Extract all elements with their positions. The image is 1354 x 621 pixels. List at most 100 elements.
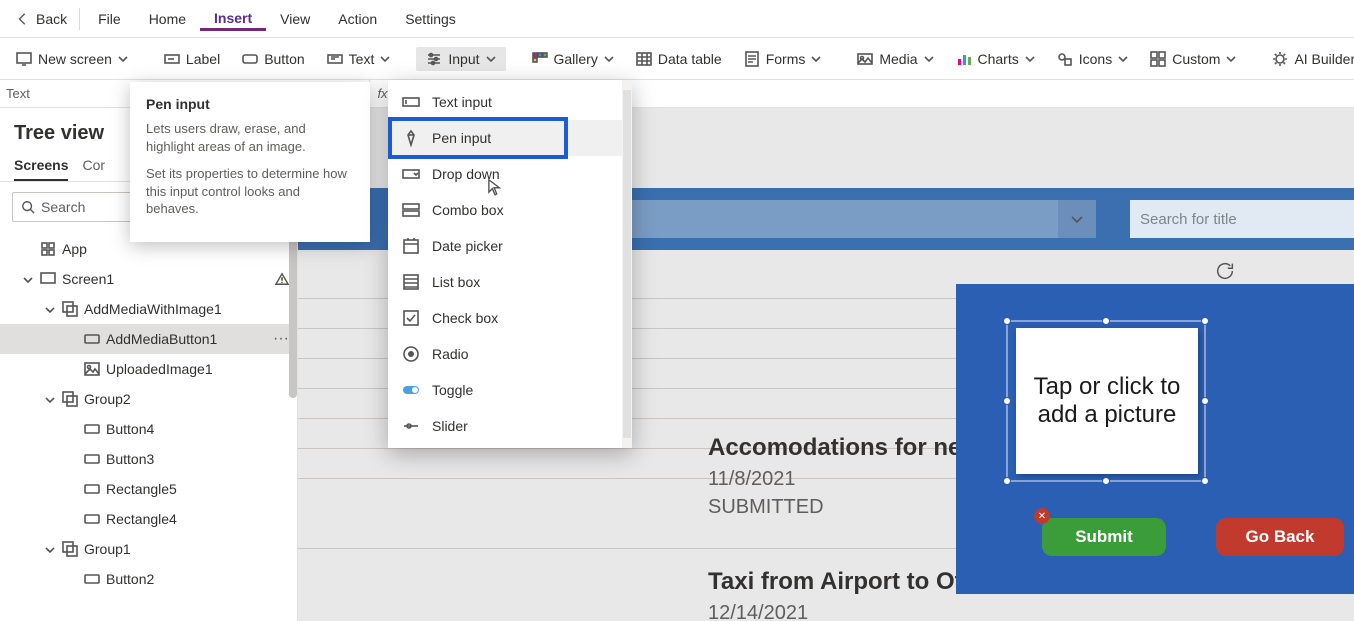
tree-node[interactable]: AddMediaWithImage1: [0, 294, 297, 324]
shapes-icon: [1057, 51, 1073, 67]
slider-icon: [402, 417, 420, 435]
control-icon: [84, 451, 100, 467]
dropdown-scrollbar[interactable]: [622, 80, 632, 448]
data-table-button[interactable]: Data table: [626, 47, 732, 71]
gallery-button[interactable]: Gallery: [522, 47, 624, 71]
form-icon: [744, 51, 760, 67]
refresh-icon[interactable]: [1214, 260, 1236, 282]
add-picture-button[interactable]: Tap or click to add a picture: [1016, 328, 1198, 474]
label-button[interactable]: Label: [154, 47, 230, 71]
input-button[interactable]: Input: [416, 47, 505, 71]
dropdown-item-label: Pen input: [432, 130, 491, 146]
back-button[interactable]: Back: [8, 0, 75, 37]
control-icon: [84, 511, 100, 527]
tree-node[interactable]: Rectangle4: [0, 504, 297, 534]
tree-node[interactable]: Group1: [0, 534, 297, 564]
dropdown-item-date[interactable]: Date picker: [388, 228, 632, 264]
tree-node[interactable]: UploadedImage1: [0, 354, 297, 384]
tooltip-title: Pen input: [146, 96, 354, 112]
dropdown-item-label: Combo box: [432, 202, 504, 218]
listbox-icon: [402, 273, 420, 291]
chevron-down-icon: [22, 273, 34, 285]
tree-scroll[interactable]: AppScreen1AddMediaWithImage1AddMediaButt…: [0, 232, 297, 604]
tree-node[interactable]: Rectangle5: [0, 474, 297, 504]
charts-button[interactable]: Charts: [946, 47, 1045, 71]
tree-node[interactable]: Screen1: [0, 264, 297, 294]
dropdown-item-slider[interactable]: Slider: [388, 408, 632, 444]
scrollbar-thumb[interactable]: [289, 238, 297, 398]
tree-node[interactable]: Button3: [0, 444, 297, 474]
list-item-title: Taxi from Airport to Offic: [708, 568, 991, 596]
tree-node[interactable]: AddMediaButton1···: [0, 324, 297, 354]
new-screen-button[interactable]: New screen: [6, 47, 138, 71]
warning-icon: [275, 272, 289, 286]
dropdown-item-label: Radio: [432, 346, 469, 362]
custom-button[interactable]: Custom: [1140, 47, 1246, 71]
icons-button[interactable]: Icons: [1047, 47, 1138, 71]
menu-file[interactable]: File: [84, 7, 135, 31]
dropdown-item-checkbox[interactable]: Check box: [388, 300, 632, 336]
menu-insert[interactable]: Insert: [200, 6, 266, 31]
menu-view[interactable]: View: [266, 7, 324, 31]
tree-node-label: Button2: [106, 571, 154, 587]
dropdown-item-pen[interactable]: Pen input: [388, 120, 632, 156]
text-button[interactable]: Text: [317, 47, 401, 71]
text-icon: [327, 51, 343, 67]
ai-builder-button[interactable]: AI Builder: [1262, 47, 1354, 71]
tree-node-label: UploadedImage1: [106, 361, 213, 377]
separator: [79, 8, 80, 30]
menu-settings[interactable]: Settings: [391, 7, 470, 31]
tree-node-label: Screen1: [62, 271, 114, 287]
group-icon: [62, 541, 78, 557]
forms-button[interactable]: Forms: [734, 47, 832, 71]
screen-icon: [16, 51, 32, 67]
tree-node[interactable]: Button2: [0, 564, 297, 594]
dropdown-item-label: Drop down: [432, 166, 500, 182]
input-dropdown-menu: Text input Pen input Drop down Combo box Dat…: [388, 80, 632, 448]
tree-node-label: Rectangle5: [106, 481, 177, 497]
search-title-input[interactable]: Search for title: [1130, 200, 1354, 238]
title-dropdown[interactable]: [556, 200, 1096, 238]
go-back-button[interactable]: Go Back: [1216, 518, 1344, 556]
more-icon[interactable]: ···: [273, 330, 289, 348]
dropdown-item-listbox[interactable]: List box: [388, 264, 632, 300]
error-badge-icon[interactable]: [1034, 508, 1050, 524]
checkbox-icon: [402, 309, 420, 327]
menu-action[interactable]: Action: [324, 7, 391, 31]
gallery-icon: [532, 51, 548, 67]
dropdown-item-text-input[interactable]: Text input: [388, 84, 632, 120]
tab-screens[interactable]: Screens: [14, 151, 68, 181]
media-button[interactable]: Media: [847, 47, 943, 71]
dropdown-item-radio[interactable]: Radio: [388, 336, 632, 372]
image-icon: [84, 361, 100, 377]
tree-node[interactable]: Group2: [0, 384, 297, 414]
tab-components[interactable]: Cor: [82, 151, 105, 181]
top-menu-bar: Back File Home Insert View Action Settin…: [0, 0, 1354, 38]
tree-node-label: Rectangle4: [106, 511, 177, 527]
list-item-status: SUBMITTED: [708, 496, 824, 519]
button-icon: [242, 51, 258, 67]
dropdown-item-combo[interactable]: Combo box: [388, 192, 632, 228]
tree-node[interactable]: Button4: [0, 414, 297, 444]
dropdown-item-toggle[interactable]: Toggle: [388, 372, 632, 408]
submit-button[interactable]: Submit: [1042, 518, 1166, 556]
menu-home[interactable]: Home: [135, 7, 200, 31]
ai-icon: [1272, 51, 1288, 67]
tooltip-body: Lets users draw, erase, and highlight ar…: [146, 120, 354, 155]
dropdown-item-label: List box: [432, 274, 480, 290]
dropdown-item-dropdown[interactable]: Drop down: [388, 156, 632, 192]
tree-node-label: Button3: [106, 451, 154, 467]
dropdown-item-label: Toggle: [432, 382, 473, 398]
dropdown-item-label: Check box: [432, 310, 498, 326]
table-icon: [636, 51, 652, 67]
app-icon: [40, 241, 56, 257]
button-control[interactable]: Button: [232, 47, 314, 71]
list-item-date: 11/8/2021: [708, 468, 796, 491]
chevron-down-icon: [1058, 200, 1096, 238]
dropdown-item-label: Text input: [432, 94, 492, 110]
ribbon: New screen Label Button Text Input Galle…: [0, 38, 1354, 80]
control-icon: [84, 421, 100, 437]
back-label: Back: [36, 11, 67, 27]
tree-node-label: Group2: [84, 391, 131, 407]
screen-icon: [40, 271, 56, 287]
